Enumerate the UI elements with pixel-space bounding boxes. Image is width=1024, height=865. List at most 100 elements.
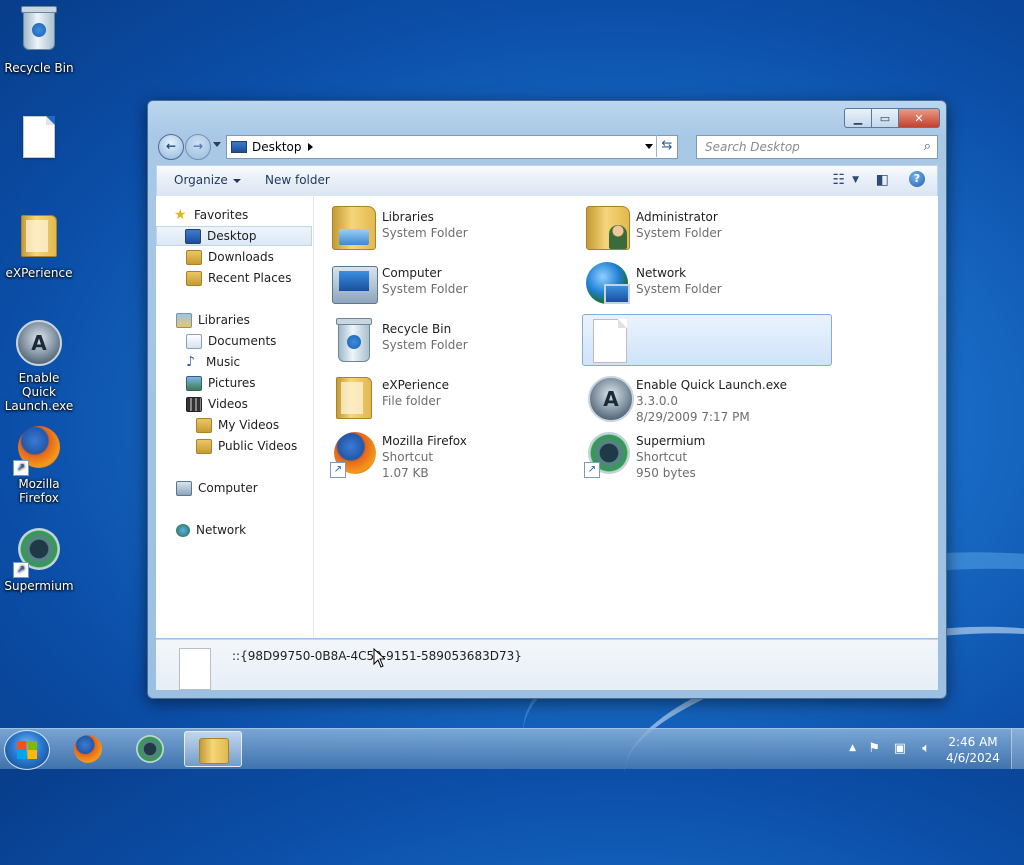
file-item-libraries[interactable]: Libraries System Folder <box>328 202 574 254</box>
clock-time: 2:46 AM <box>948 735 998 749</box>
show-hidden-icons-icon[interactable]: ▲ <box>849 743 856 753</box>
desktop-icon-label: eXPerience <box>5 266 73 280</box>
nav-label: Music <box>206 355 241 369</box>
file-item-computer[interactable]: Computer System Folder <box>328 258 574 310</box>
taskbar-explorer[interactable] <box>184 731 242 767</box>
view-dropdown-icon[interactable]: ▼ <box>852 175 859 185</box>
libraries-folder-icon <box>332 206 378 252</box>
item-size: 950 bytes <box>636 466 696 480</box>
nav-libraries[interactable]: Libraries <box>156 310 332 330</box>
refresh-button[interactable]: ⇆ <box>656 135 677 157</box>
pictures-icon <box>186 375 202 391</box>
maximize-button[interactable]: ▭ <box>872 108 899 128</box>
file-item-blank-selected[interactable] <box>582 314 832 366</box>
nav-label: Downloads <box>208 250 274 264</box>
item-type: System Folder <box>382 338 468 352</box>
file-item-network[interactable]: Network System Folder <box>582 258 828 310</box>
address-dropdown-icon[interactable] <box>645 144 653 149</box>
nav-network[interactable]: Network <box>156 520 332 540</box>
item-type: Shortcut <box>382 450 434 464</box>
start-button[interactable] <box>4 730 50 770</box>
action-center-flag-icon[interactable]: ⚑ <box>868 741 880 756</box>
network-status-icon[interactable]: ▣ <box>894 741 906 756</box>
nav-computer[interactable]: Computer <box>156 478 332 498</box>
recent-pages-dropdown[interactable] <box>213 142 221 147</box>
help-icon[interactable]: ? <box>909 171 925 187</box>
shortcut-arrow-icon: ↗ <box>330 462 346 478</box>
address-bar[interactable]: Desktop ⇆ <box>226 135 678 159</box>
shortcut-arrow-icon: ↗ <box>584 462 600 478</box>
desktop-icon-enable-quick-launch[interactable]: Enable Quick Launch.exe <box>0 318 78 413</box>
back-button[interactable]: ← <box>158 134 184 160</box>
address-location[interactable]: Desktop <box>252 140 302 154</box>
nav-label: Documents <box>208 334 277 348</box>
desktop-icon-blank-file[interactable] <box>0 112 78 167</box>
desktop-icon-recycle-bin[interactable]: Recycle Bin <box>0 6 78 75</box>
item-name: Recycle Bin <box>382 322 452 336</box>
clock[interactable]: 2:46 AM 4/6/2024 <box>938 734 1008 766</box>
blank-file-icon <box>587 319 633 365</box>
computer-icon <box>176 480 192 496</box>
item-name: Mozilla Firefox <box>382 434 467 448</box>
item-name: Computer <box>382 266 442 280</box>
organize-button[interactable]: Organize <box>174 173 241 187</box>
details-pane: ::{98D99750-0B8A-4C59-9151-589053683D73} <box>156 639 938 690</box>
firefox-icon: ↗ <box>13 426 63 476</box>
nav-label: My Videos <box>218 418 280 432</box>
aimp-icon <box>15 320 63 368</box>
item-version: 3.3.0.0 <box>636 394 678 408</box>
item-name: Enable Quick Launch.exe <box>636 378 787 392</box>
explorer-folder-icon <box>199 738 229 764</box>
item-name: Administrator <box>636 210 718 224</box>
view-options-icon[interactable]: ☷ <box>832 172 845 188</box>
window-controls: ▁ ▭ ✕ <box>844 108 940 128</box>
file-item-recycle-bin[interactable]: Recycle Bin System Folder <box>328 314 574 366</box>
item-name: Network <box>636 266 687 280</box>
blank-file-icon <box>179 648 211 690</box>
user-folder-icon <box>586 206 632 252</box>
firefox-icon: ↗ <box>330 430 378 478</box>
nav-label: Videos <box>208 397 248 411</box>
file-item-enable-quick-launch[interactable]: Enable Quick Launch.exe 3.3.0.0 8/29/200… <box>582 370 828 424</box>
new-folder-button[interactable]: New folder <box>265 173 330 187</box>
blank-file-icon <box>15 116 63 164</box>
nav-label: Pictures <box>208 376 256 390</box>
nav-label: Favorites <box>194 208 249 222</box>
aimp-icon <box>586 374 634 422</box>
nav-label: Libraries <box>198 313 250 327</box>
libraries-icon <box>176 312 192 328</box>
desktop-icon-experience[interactable]: eXPerience <box>0 212 78 280</box>
navigation-bar: ← → Desktop ⇆ Search Desktop ⌕ <box>156 132 938 160</box>
supermium-icon: ↗ <box>13 528 63 578</box>
volume-icon[interactable]: 🔈︎ <box>922 741 930 756</box>
forward-button[interactable]: → <box>185 134 211 160</box>
file-item-mozilla-firefox[interactable]: ↗ Mozilla Firefox Shortcut 1.07 KB <box>328 426 574 480</box>
file-item-administrator[interactable]: Administrator System Folder <box>582 202 828 254</box>
recycle-bin-icon <box>15 6 63 58</box>
shortcut-arrow-icon: ↗ <box>13 460 29 476</box>
file-item-supermium[interactable]: ↗ Supermium Shortcut 950 bytes <box>582 426 828 480</box>
preview-pane-icon[interactable]: ◧ <box>876 172 889 188</box>
taskbar-supermium[interactable] <box>122 731 180 767</box>
nav-label: Computer <box>198 481 258 495</box>
search-placeholder: Search Desktop <box>705 140 800 154</box>
show-desktop-button[interactable] <box>1011 729 1024 769</box>
breadcrumb-chevron-icon[interactable] <box>307 143 313 151</box>
item-type: System Folder <box>382 282 468 296</box>
nav-label: Recent Places <box>208 271 292 285</box>
close-button[interactable]: ✕ <box>899 108 940 128</box>
minimize-button[interactable]: ▁ <box>844 108 872 128</box>
taskbar-firefox[interactable] <box>60 731 118 767</box>
desktop-icon-supermium[interactable]: ↗ Supermium <box>0 526 78 593</box>
desktop-icon-mozilla-firefox[interactable]: ↗ Mozilla Firefox <box>0 424 78 505</box>
nav-label: Network <box>196 523 247 537</box>
recycle-bin-icon <box>332 318 378 364</box>
item-type: File folder <box>382 394 441 408</box>
file-item-experience[interactable]: eXPerience File folder <box>328 370 574 422</box>
nav-desktop[interactable]: Desktop <box>156 226 312 246</box>
search-icon[interactable]: ⌕ <box>924 139 931 154</box>
search-box[interactable]: Search Desktop ⌕ <box>696 135 938 159</box>
clock-date: 4/6/2024 <box>946 751 1000 765</box>
nav-favorites[interactable]: ★ Favorites <box>156 205 330 225</box>
item-date: 8/29/2009 7:17 PM <box>636 410 750 424</box>
